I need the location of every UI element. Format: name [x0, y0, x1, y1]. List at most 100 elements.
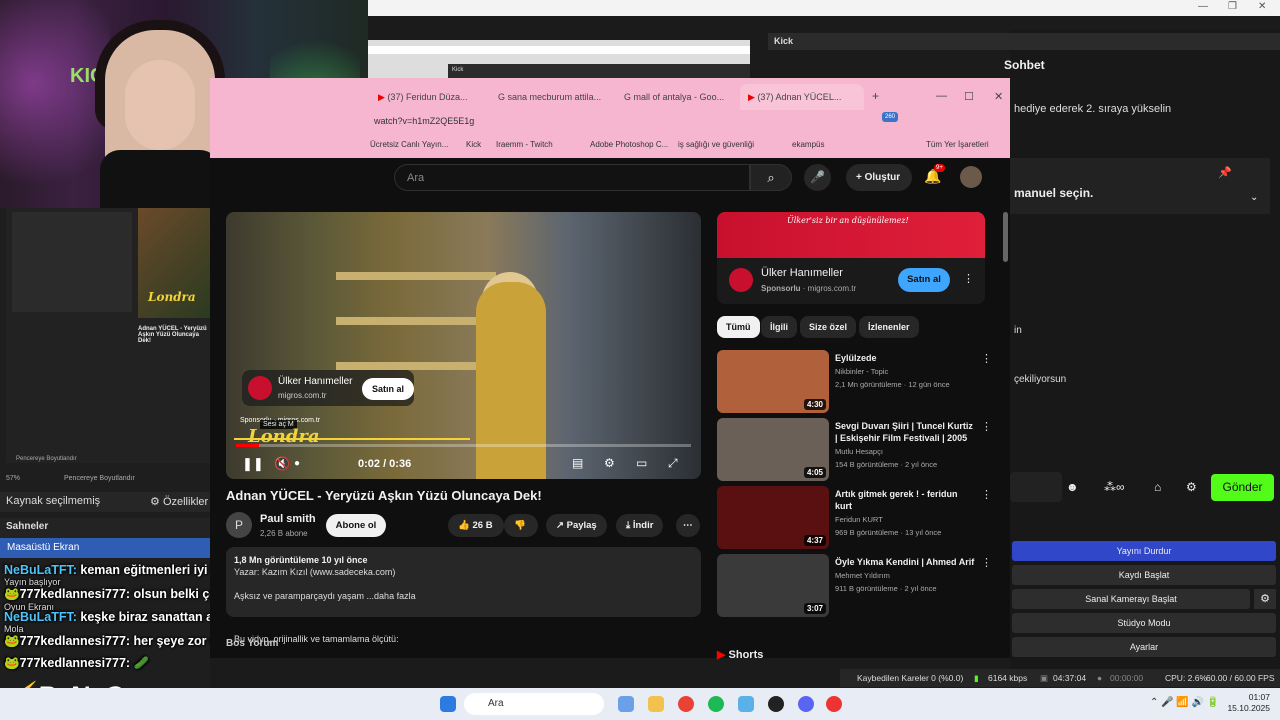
search-input[interactable]: Ara: [394, 164, 750, 191]
obs-icon[interactable]: [768, 696, 784, 712]
bookmark[interactable]: ekampüs: [792, 140, 824, 149]
chat-input[interactable]: [1010, 472, 1062, 502]
browser-tab-active[interactable]: ▶ (37) Adnan YÜCEL...: [740, 84, 864, 110]
studio-mode-button[interactable]: Stüdyo Modu: [1012, 613, 1276, 633]
browser-tab[interactable]: G sana mecburum attila...: [490, 84, 608, 110]
subscribe-button[interactable]: Abone ol: [326, 514, 386, 537]
app-icon[interactable]: [738, 696, 754, 712]
bookmark[interactable]: Iraemm - Twitch: [496, 140, 553, 149]
store-icon[interactable]: ⌂: [1154, 480, 1161, 494]
recommendation-item[interactable]: 4:05 Sevgi Duvarı Şiiri | Tuncel Kurtiz …: [717, 418, 997, 482]
minimize-icon[interactable]: —: [1198, 1, 1208, 12]
new-tab-button[interactable]: +: [868, 84, 888, 110]
start-recording-button[interactable]: Kaydı Başlat: [1012, 565, 1276, 585]
browser-tab[interactable]: G mall of antalya - Goo...: [616, 84, 734, 110]
more-icon[interactable]: ⋯: [676, 514, 700, 537]
chip-watched[interactable]: İzlenenler: [859, 316, 919, 338]
virtual-camera-button[interactable]: Sanal Kamerayı Başlat: [1012, 589, 1250, 609]
mute-icon[interactable]: 🔇: [274, 456, 290, 472]
bookmark[interactable]: Adobe Photoshop C...: [590, 140, 668, 149]
taskbar-search[interactable]: Ara: [464, 693, 604, 715]
more-icon[interactable]: ⋮: [981, 556, 992, 569]
channel-name[interactable]: Paul smith: [260, 513, 316, 525]
file-explorer-icon[interactable]: [648, 696, 664, 712]
maximize-icon[interactable]: ❐: [1228, 1, 1237, 12]
fit-window-label[interactable]: Pencereye Boyutlandır: [64, 475, 135, 482]
theater-icon[interactable]: ▭: [636, 456, 647, 470]
chip-related[interactable]: İlgili: [761, 316, 797, 338]
stop-stream-button[interactable]: Yayını Durdur: [1012, 541, 1276, 561]
gear-icon[interactable]: ⚙: [1254, 589, 1276, 609]
thumbnail: 4:37: [717, 486, 829, 549]
buy-button[interactable]: Satın al: [898, 268, 950, 292]
create-button[interactable]: + Oluştur: [846, 164, 912, 191]
scene-item-desktop[interactable]: Masaüstü Ekran: [0, 538, 210, 558]
close-icon[interactable]: ✕: [1258, 1, 1266, 12]
bookmark-all[interactable]: Tüm Yer İşaretleri: [926, 140, 989, 149]
more-icon[interactable]: ⋮: [981, 352, 992, 365]
bookmark[interactable]: iş sağlığı ve güvenliği: [678, 140, 754, 149]
progress-bar[interactable]: [236, 444, 691, 447]
bookmarks-bar: Ücretsiz Canlı Yayın... Kick Iraemm - Tw…: [370, 136, 1010, 156]
widgets-icon[interactable]: [618, 696, 634, 712]
more-icon[interactable]: ⋮: [963, 272, 974, 285]
properties-button[interactable]: ⚙ Özellikler: [150, 495, 208, 508]
pause-icon[interactable]: ❚❚: [242, 456, 264, 472]
subtitles-icon[interactable]: ▤: [572, 456, 583, 470]
search-icon[interactable]: ⌕: [750, 164, 792, 191]
chevron-down-icon[interactable]: ⌄: [1250, 192, 1258, 203]
browser-window: ▶ (37) Feridun Düza... G sana mecburum a…: [210, 78, 1010, 158]
download-button[interactable]: ⤓ İndir: [616, 514, 664, 537]
youtube-page: Ara ⌕ 🎤 + Oluştur 🔔 9+ Ülker Hanımeller m…: [210, 158, 1010, 661]
minimize-icon[interactable]: —: [930, 84, 953, 110]
volume-slider[interactable]: ●: [294, 458, 300, 469]
avatar[interactable]: [960, 166, 982, 188]
chip-for-you[interactable]: Size özel: [800, 316, 857, 338]
send-button[interactable]: Gönder: [1211, 474, 1274, 501]
settings-icon[interactable]: ⚙: [604, 456, 615, 470]
recommendation-item[interactable]: 4:30 Eylülzede Nikbinler - Topic 2,1 Mn …: [717, 350, 997, 414]
mic-icon[interactable]: 🎤: [804, 164, 831, 191]
dislike-button[interactable]: 👎: [504, 514, 538, 537]
browser-tab[interactable]: ▶ (37) Feridun Düza...: [370, 84, 482, 110]
recommendation-item[interactable]: 3:07 Öyle Yıkma Kendini | Ahmed Arif Meh…: [717, 554, 997, 618]
settings-icon[interactable]: ⚙: [1186, 480, 1197, 494]
pinned-message: manuel seçin. 📌 ⌄: [1010, 158, 1270, 214]
buy-button[interactable]: Satın al: [362, 378, 414, 400]
ad-banner-text: Ülker'siz bir an düşünülemez!: [787, 216, 909, 225]
share-button[interactable]: ↗ Paylaş: [546, 514, 607, 537]
discord-icon[interactable]: [798, 696, 814, 712]
spotify-icon[interactable]: [708, 696, 724, 712]
settings-button[interactable]: Ayarlar: [1012, 637, 1276, 657]
chrome-icon[interactable]: [678, 696, 694, 712]
app-icon[interactable]: [826, 696, 842, 712]
fullscreen-icon[interactable]: ⤢: [668, 456, 678, 471]
live-time: 04:37:04: [1053, 673, 1087, 683]
desc-meta: 1,8 Mn görüntüleme 10 yıl önce: [234, 555, 368, 565]
bookmark[interactable]: Ücretsiz Canlı Yayın...: [370, 140, 448, 149]
sidebar-ad-banner[interactable]: Ülker'siz bir an düşünülemez!: [717, 212, 985, 258]
video-player[interactable]: Ülker Hanımeller migros.com.tr Satın al …: [226, 212, 701, 479]
address-bar[interactable]: watch?v=h1mZ2QE5E1g: [370, 110, 1010, 132]
more-icon[interactable]: ⋮: [981, 420, 992, 433]
windows-start-icon[interactable]: [440, 696, 456, 712]
description-box[interactable]: 1,8 Mn görüntüleme 10 yıl önce Yazar: Ka…: [226, 547, 701, 617]
like-button[interactable]: 👍 26 B: [448, 514, 504, 537]
bell-icon[interactable]: 🔔 9+: [924, 164, 945, 185]
channel-avatar[interactable]: P: [226, 512, 252, 538]
bookmark[interactable]: Kick: [466, 140, 481, 149]
more-icon[interactable]: ⋮: [981, 488, 992, 501]
scrollbar[interactable]: [1003, 212, 1008, 262]
extension-badge[interactable]: 260: [882, 112, 899, 122]
tray-icons[interactable]: ⌃ 🎤 📶 🔊 🔋: [1150, 697, 1219, 708]
clock[interactable]: 01:07 15.10.2025: [1226, 692, 1270, 714]
source-bar: Kaynak seçilmemiş ⚙ Özellikler: [0, 492, 210, 512]
emoji-icon[interactable]: ☻: [1066, 480, 1079, 494]
maximize-icon[interactable]: ☐: [958, 84, 980, 110]
close-icon[interactable]: ✕: [988, 84, 1009, 110]
recommendation-item[interactable]: 4:37 Artık gitmek gerek ! - feridun kurt…: [717, 486, 997, 550]
chip-all[interactable]: Tümü: [717, 316, 760, 338]
bitrate: 6164 kbps: [988, 673, 1028, 683]
pin-icon[interactable]: 📌: [1218, 166, 1232, 179]
emote-icon[interactable]: ⁂∞: [1104, 480, 1125, 494]
